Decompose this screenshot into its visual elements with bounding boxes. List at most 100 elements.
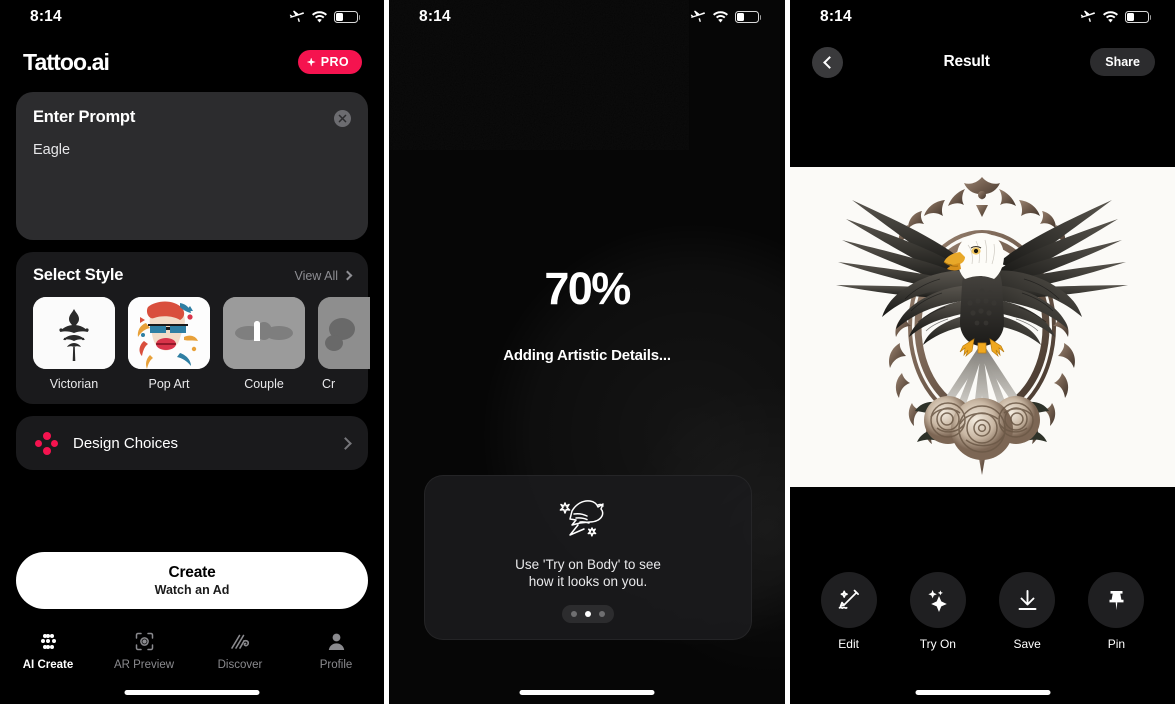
status-bar: 8:14 [790,0,1175,34]
person-icon [327,630,346,652]
tab-label: Discover [217,659,263,671]
squiggle-icon [230,630,251,652]
style-label: Victorian [49,377,99,391]
style-list: Victorian Pop Art Couple Cr [33,297,370,391]
status-indicators [1080,10,1152,24]
tip-line-1: Use 'Try on Body' to see [515,557,661,572]
action-try-on[interactable]: Try On [893,572,982,651]
create-button-title: Create [168,564,216,581]
action-label: Pin [1107,637,1126,651]
status-indicators [690,10,762,24]
four-dot-cluster-icon [35,431,58,455]
wifi-icon [1103,11,1118,23]
status-bar: 8:14 [0,0,384,34]
design-choices-label: Design Choices [73,434,179,452]
page-dot[interactable] [571,611,577,617]
wifi-icon [713,11,728,23]
chevron-left-icon [822,55,836,69]
chevron-right-icon [339,436,352,450]
style-item-victorian[interactable]: Victorian [33,297,115,391]
action-label: Try On [919,637,956,651]
result-artwork[interactable] [790,167,1175,487]
create-button[interactable]: Create Watch an Ad [16,552,368,609]
action-label: Edit [838,637,859,651]
action-edit[interactable]: Edit [804,572,893,651]
clear-circle-icon[interactable] [334,110,351,127]
result-actions: Edit Try On Save Pin [790,572,1175,651]
app-title: Tattoo.ai [23,48,110,75]
tip-card[interactable]: Use 'Try on Body' to see how it looks on… [424,475,752,640]
eagle-ornate-frame-roses-tattoo [790,167,1175,487]
chevron-right-icon [342,270,353,281]
style-label: Couple [244,377,284,391]
battery-icon [735,11,762,23]
panel-generating: 8:14 70% Adding Artistic Details... Use … [389,0,785,704]
tip-line-2: how it looks on you. [528,574,648,589]
design-choices-row[interactable]: Design Choices [16,416,368,470]
airplane-mode-icon [690,10,705,22]
style-item-couple[interactable]: Couple [223,297,305,391]
tab-ar-preview[interactable]: AR Preview [96,630,192,671]
pop-art-face-thumb [128,297,210,369]
brand-row: Tattoo.ai PRO [16,42,368,82]
style-item-pop-art[interactable]: Pop Art [128,297,210,391]
view-all-label: View All [294,268,338,283]
swallow-bird-icon [559,495,617,544]
couple-blurred-thumb [223,297,305,369]
prompt-header: Enter Prompt [33,108,351,127]
panel-result: 8:14 Result Share Edit Try On Save Pin [790,0,1175,704]
panel-ai-create: 8:14 Tattoo.ai PRO Enter Prompt Eagle Se… [0,0,384,704]
tab-profile[interactable]: Profile [288,630,384,671]
home-indicator [519,690,655,695]
airplane-mode-icon [1080,10,1095,22]
download-icon [999,572,1056,628]
sparkle-diamond-icon [306,57,316,67]
pro-badge[interactable]: PRO [297,50,362,74]
prompt-input[interactable]: Eagle [33,142,351,158]
viewfinder-icon [135,630,154,652]
status-time: 8:14 [820,8,852,25]
home-indicator [915,690,1050,695]
airplane-mode-icon [289,10,304,22]
victorian-ornament-thumb [33,297,115,369]
pushpin-icon [1088,572,1145,628]
style-label: Pop Art [148,377,190,391]
tab-label: AI Create [22,659,74,671]
share-button[interactable]: Share [1090,48,1155,76]
dot-grid-icon [40,630,57,652]
status-time: 8:14 [30,8,62,25]
style-item-cropped[interactable]: Cr [318,297,370,391]
home-indicator [124,690,260,695]
result-navbar: Result Share [790,34,1175,90]
status-bar: 8:14 [389,0,785,34]
battery-icon [334,11,361,23]
prompt-card[interactable]: Enter Prompt Eagle [16,92,368,240]
pro-badge-label: PRO [320,55,349,69]
select-style-header: Select Style View All [33,266,368,285]
page-title: Result [943,53,990,70]
battery-icon [1125,11,1152,23]
page-dot[interactable] [599,611,605,617]
status-time: 8:14 [419,8,451,25]
ai-create-body: Tattoo.ai PRO Enter Prompt Eagle Select … [0,42,384,470]
select-style-title: Select Style [33,266,124,284]
select-style-card: Select Style View All Victorian Pop Art … [16,252,370,404]
status-indicators [289,10,361,24]
action-save[interactable]: Save [983,572,1072,651]
progress-percent: 70% [544,263,631,314]
tab-label: Profile [319,659,353,671]
action-pin[interactable]: Pin [1072,572,1161,651]
tab-ai-create[interactable]: AI Create [0,630,96,671]
tip-text: Use 'Try on Body' to see how it looks on… [515,556,661,590]
page-dots[interactable] [562,605,614,623]
view-all-button[interactable]: View All [294,268,353,283]
action-label: Save [1013,637,1041,651]
screenshot-root: 8:14 Tattoo.ai PRO Enter Prompt Eagle Se… [0,0,1175,704]
style-label: Cr [322,377,336,391]
page-dot-active[interactable] [585,611,591,617]
bottom-tab-bar: AI Create AR Preview Discover Profile [0,620,384,704]
tab-discover[interactable]: Discover [192,630,288,671]
back-button[interactable] [812,46,843,78]
wifi-icon [312,11,327,23]
progress-status: Adding Artistic Details... [503,347,671,364]
